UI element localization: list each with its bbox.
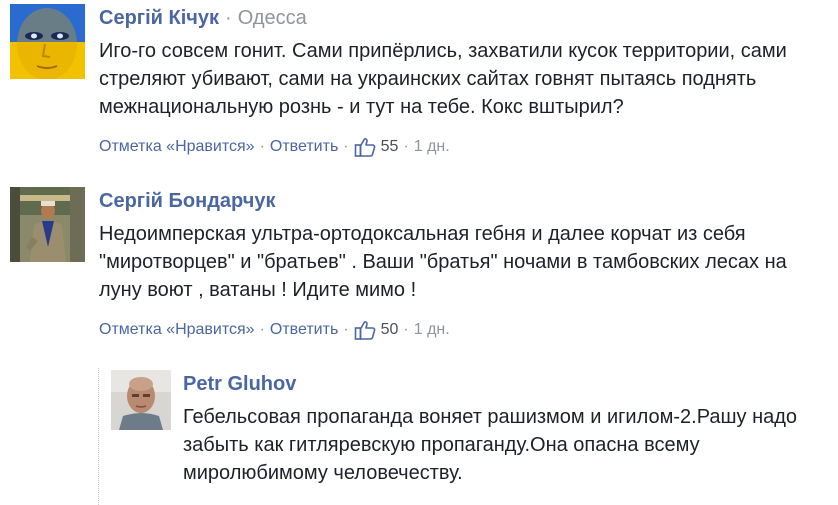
- action-separator: ·: [343, 321, 349, 338]
- reply-link[interactable]: Ответить: [270, 320, 338, 340]
- comment-timestamp[interactable]: 1 дн.: [414, 320, 450, 340]
- comment-body: Сергій Бондарчук Недоимперская ультра-ор…: [99, 187, 829, 340]
- thumbs-up-icon[interactable]: [354, 137, 376, 157]
- thumbs-up-icon[interactable]: [354, 320, 376, 340]
- comment-timestamp[interactable]: 1 дн.: [414, 137, 450, 157]
- like-count: 50: [380, 321, 399, 338]
- comment-text: Иго-го совсем гонит. Сами припёрлись, за…: [99, 40, 787, 118]
- comment-header: Сергій Кічук · Одесса: [99, 6, 829, 30]
- bald-man-avatar: [111, 370, 171, 430]
- comment-body: Petr Gluhov Гебельсовая пропаганда воняе…: [183, 370, 838, 487]
- author-name[interactable]: Сергій Бондарчук: [99, 190, 275, 212]
- ukraine-flag-face-avatar: [10, 4, 85, 79]
- avatar[interactable]: [10, 4, 85, 79]
- header-separator: ·: [225, 7, 232, 29]
- comment-header: Petr Gluhov: [183, 372, 838, 396]
- comment-actions: Отметка «Нравится» · Ответить · 50 · 1 д…: [99, 320, 829, 340]
- author-name[interactable]: Petr Gluhov: [183, 373, 296, 395]
- action-separator: ·: [403, 138, 409, 155]
- comment-text: Недоимперская ультра-ортодоксальная гебн…: [99, 223, 787, 301]
- man-outdoors-avatar: [10, 187, 85, 262]
- action-separator: ·: [259, 138, 265, 155]
- avatar[interactable]: [111, 370, 171, 430]
- like-count: 55: [380, 138, 399, 155]
- comment: Сергій Бондарчук Недоимперская ультра-ор…: [10, 187, 829, 340]
- avatar[interactable]: [10, 187, 85, 262]
- comment-body: Сергій Кічук · Одесса Иго-го совсем гонит.…: [99, 4, 829, 157]
- author-location: Одесса: [237, 7, 307, 29]
- author-name[interactable]: Сергій Кічук: [99, 7, 219, 29]
- action-separator: ·: [259, 321, 265, 338]
- reply-thread-line: [98, 368, 99, 505]
- reply-comment: Petr Gluhov Гебельсовая пропаганда воняе…: [111, 370, 838, 487]
- comment: Сергій Кічук · Одесса Иго-го совсем гонит.…: [10, 4, 829, 157]
- comment-actions: Отметка «Нравится» · Ответить · 55 · 1 д…: [99, 137, 829, 157]
- like-link[interactable]: Отметка «Нравится»: [99, 137, 255, 157]
- comment-text: Гебельсовая пропаганда воняет рашизмом и…: [183, 406, 798, 484]
- reply-link[interactable]: Ответить: [270, 137, 338, 157]
- like-link[interactable]: Отметка «Нравится»: [99, 320, 255, 340]
- action-separator: ·: [343, 138, 349, 155]
- comment-header: Сергій Бондарчук: [99, 189, 829, 213]
- action-separator: ·: [403, 321, 409, 338]
